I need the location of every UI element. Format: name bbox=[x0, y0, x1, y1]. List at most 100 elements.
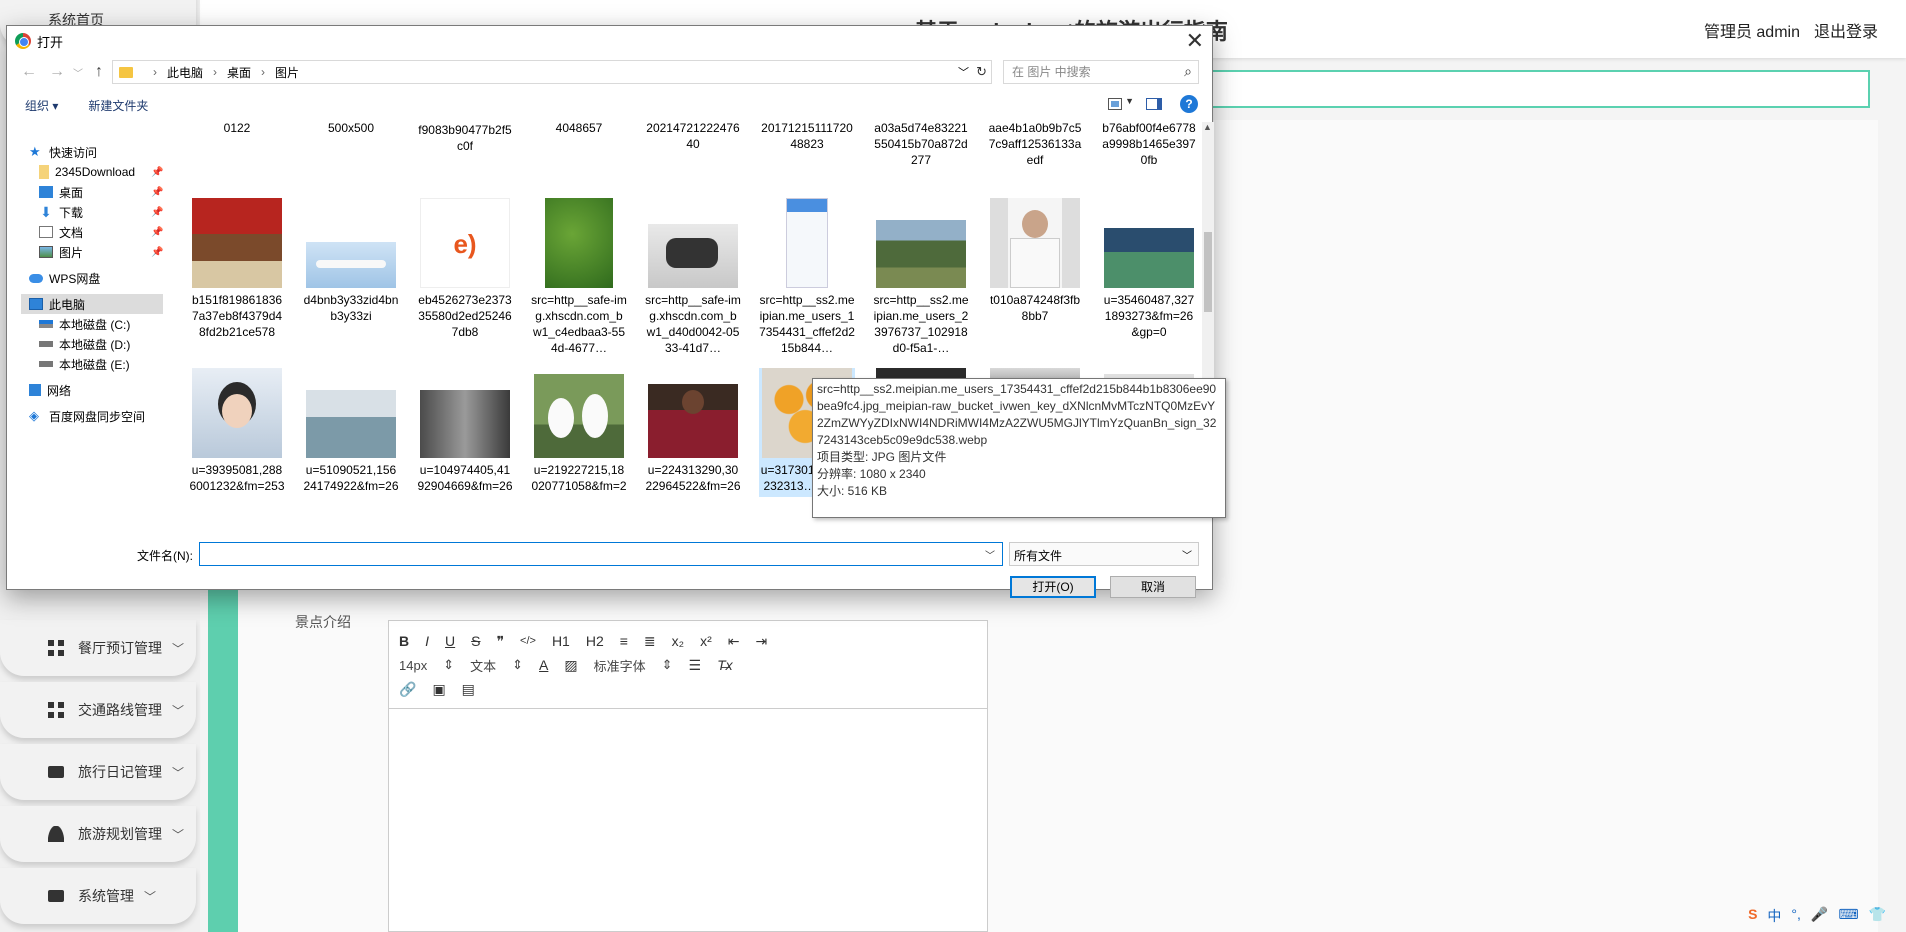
file-item[interactable]: 4048657 bbox=[531, 122, 627, 136]
preview-pane-icon[interactable] bbox=[1146, 98, 1162, 110]
logout-link[interactable]: 退出登录 bbox=[1814, 18, 1878, 42]
punctuation-icon[interactable]: °, bbox=[1791, 906, 1801, 926]
address-bar[interactable]: › 此电脑 › 桌面 › 图片 ﹀ ↻ bbox=[112, 60, 992, 84]
file-item[interactable]: a03a5d74e83221550415b70a872d277 bbox=[873, 122, 969, 174]
image-icon[interactable]: ▣ bbox=[432, 681, 445, 698]
font-size-select[interactable]: 14px bbox=[399, 658, 427, 673]
text-style-select[interactable]: 文本 bbox=[470, 656, 496, 675]
nav-item-2345download[interactable]: 2345Download 📌 bbox=[39, 162, 179, 182]
subscript-button[interactable]: x₂ bbox=[672, 633, 684, 649]
file-item[interactable]: u=51090521,15624174922&fm=26&gp=0 bbox=[303, 368, 399, 497]
open-button[interactable]: 打开(O) bbox=[1010, 576, 1096, 598]
search-input[interactable] bbox=[1012, 65, 1162, 79]
chevron-down-icon[interactable]: ﹀ bbox=[958, 64, 969, 80]
nav-item-drive-d[interactable]: 本地磁盘 (D:) bbox=[39, 334, 130, 354]
organize-button[interactable]: 组织 ▾ bbox=[25, 97, 58, 114]
file-item[interactable]: src=http__safe-img.xhscdn.com_bw1_d40d00… bbox=[645, 198, 741, 356]
file-item[interactable]: u=219227215,18020771058&fm=26&gp=0 bbox=[531, 368, 627, 497]
scrollbar-thumb[interactable] bbox=[1204, 232, 1212, 312]
refresh-icon[interactable]: ↻ bbox=[976, 64, 987, 80]
file-item[interactable]: u=35460487,3271893273&fm=26&gp=0 bbox=[1101, 198, 1197, 340]
h2-button[interactable]: H2 bbox=[586, 633, 604, 649]
forward-arrow-icon[interactable]: → bbox=[43, 63, 71, 81]
nav-item-baidu-sync[interactable]: ◈ 百度网盘同步空间 bbox=[29, 406, 145, 426]
outdent-button[interactable]: ⇤ bbox=[728, 633, 740, 650]
nav-item-network[interactable]: 网络 bbox=[29, 380, 71, 400]
link-icon[interactable]: 🔗 bbox=[399, 681, 416, 698]
filetype-select[interactable]: 所有文件 ﹀ bbox=[1009, 542, 1199, 566]
form-input-field[interactable] bbox=[1200, 70, 1870, 108]
nav-item-pictures[interactable]: 图片 📌 bbox=[39, 242, 179, 262]
sidebar-item-diary[interactable]: 旅行日记管理 ﹀ bbox=[0, 744, 196, 800]
keyboard-icon[interactable]: ⌨ bbox=[1838, 906, 1858, 926]
new-folder-button[interactable]: 新建文件夹 bbox=[88, 97, 148, 114]
nav-item-desktop[interactable]: 桌面 📌 bbox=[39, 182, 179, 202]
align-icon[interactable]: ☰ bbox=[689, 657, 702, 674]
recent-dropdown-icon[interactable]: ﹀ bbox=[71, 65, 85, 80]
file-item[interactable]: d4bnb3y33zid4bnb3y33zi bbox=[303, 198, 399, 324]
shirt-icon[interactable]: 👕 bbox=[1869, 906, 1886, 926]
h1-button[interactable]: H1 bbox=[552, 633, 570, 649]
file-item[interactable]: src=http__safe-img.xhscdn.com_bw1_c4edba… bbox=[531, 198, 627, 356]
help-icon[interactable]: ? bbox=[1180, 95, 1198, 113]
nav-item-drive-c[interactable]: 本地磁盘 (C:) bbox=[39, 314, 130, 334]
file-item[interactable]: 500x500 bbox=[303, 122, 399, 136]
sidebar-item-system[interactable]: 系统管理 ﹀ bbox=[0, 868, 196, 924]
file-item[interactable]: u=39395081,2886001232&fm=253&fmt=auto&ap… bbox=[189, 368, 285, 497]
background-color-icon[interactable]: ▨ bbox=[564, 657, 577, 674]
nav-item-wps-drive[interactable]: WPS网盘 bbox=[29, 268, 100, 288]
view-options-icon[interactable] bbox=[1108, 98, 1122, 110]
video-icon[interactable]: ▤ bbox=[462, 681, 475, 698]
sidebar-item-restaurant[interactable]: 餐厅预订管理 ﹀ bbox=[0, 620, 196, 676]
italic-button[interactable]: I bbox=[425, 633, 429, 649]
file-item[interactable]: aae4b1a0b9b7c57c9aff12536133aedf bbox=[987, 122, 1083, 174]
file-item[interactable]: 124042d23b052ef9083b90477b2f5c0f bbox=[417, 122, 513, 174]
strike-button[interactable]: S bbox=[471, 633, 480, 649]
file-item[interactable]: u=224313290,3022964522&fm=26&gp=0 bbox=[645, 368, 741, 497]
filename-input[interactable] bbox=[199, 542, 1003, 566]
nav-item-documents[interactable]: 文档 📌 bbox=[39, 222, 179, 242]
cancel-button[interactable]: 取消 bbox=[1110, 576, 1196, 598]
file-item[interactable]: 2021472122247640 bbox=[645, 122, 741, 156]
breadcrumb-desktop[interactable]: 桌面 bbox=[227, 64, 251, 81]
quote-button[interactable]: ❞ bbox=[496, 633, 504, 650]
underline-button[interactable]: U bbox=[445, 633, 455, 649]
file-item[interactable]: e) eb4526273e237335580d2ed252467db8 bbox=[417, 198, 513, 340]
file-item[interactable]: b76abf00f4e6778a9998b1465e3970fb bbox=[1101, 122, 1197, 174]
chevron-down-icon[interactable]: ﹀ bbox=[985, 547, 995, 562]
back-arrow-icon[interactable]: ← bbox=[15, 63, 43, 81]
file-item[interactable]: t010a874248f3fb8bb7 bbox=[987, 198, 1083, 324]
breadcrumb-this-pc[interactable]: 此电脑 bbox=[167, 64, 203, 81]
file-item[interactable]: b151f8198618367a37eb8f4379d48fd2b21ce578 bbox=[189, 198, 285, 340]
file-item[interactable]: 2017121511172048823 bbox=[759, 122, 855, 156]
file-item[interactable]: 0122 bbox=[189, 122, 285, 136]
ime-mode[interactable]: 中 bbox=[1767, 906, 1781, 926]
nav-item-drive-e[interactable]: 本地磁盘 (E:) bbox=[39, 354, 130, 374]
up-arrow-icon[interactable]: ↑ bbox=[85, 63, 113, 81]
clear-format-icon[interactable]: T̶x bbox=[717, 657, 733, 673]
search-icon[interactable]: ⌕ bbox=[1184, 63, 1192, 80]
ordered-list-button[interactable]: ≡ bbox=[620, 633, 628, 649]
nav-item-this-pc[interactable]: 此电脑 bbox=[21, 294, 163, 314]
rich-text-editor[interactable]: B I U S ❞ </> H1 H2 ≡ ≣ x₂ x² ⇤ ⇥ 14px ⇕… bbox=[388, 620, 988, 932]
indent-button[interactable]: ⇥ bbox=[756, 633, 768, 650]
text-color-icon[interactable]: A bbox=[539, 657, 548, 673]
superscript-button[interactable]: x² bbox=[700, 633, 712, 649]
bold-button[interactable]: B bbox=[399, 633, 409, 649]
file-item[interactable]: src=http__ss2.meipian.me_users_23976737_… bbox=[873, 198, 969, 356]
file-item[interactable]: u=104974405,4192904669&fm=26&gp=0 bbox=[417, 368, 513, 497]
close-button[interactable]: ✕ bbox=[1186, 28, 1204, 54]
search-box[interactable]: ⌕ bbox=[1003, 60, 1199, 84]
bullet-list-button[interactable]: ≣ bbox=[644, 633, 656, 650]
font-family-select[interactable]: 标准字体 bbox=[594, 656, 646, 675]
nav-item-downloads[interactable]: ⬇ 下载 📌 bbox=[39, 202, 179, 222]
scroll-up-icon[interactable]: ▲ bbox=[1203, 122, 1212, 132]
sidebar-item-traffic[interactable]: 交通路线管理 ﹀ bbox=[0, 682, 196, 738]
sidebar-item-planning[interactable]: 旅游规划管理 ﹀ bbox=[0, 806, 196, 862]
nav-item-quick-access[interactable]: ★ 快速访问 bbox=[29, 142, 97, 162]
code-button[interactable]: </> bbox=[520, 635, 536, 647]
sogou-icon[interactable]: S bbox=[1748, 906, 1757, 926]
file-item[interactable]: src=http__ss2.meipian.me_users_17354431_… bbox=[759, 198, 855, 356]
breadcrumb-pictures[interactable]: 图片 bbox=[275, 64, 299, 81]
microphone-icon[interactable]: 🎤 bbox=[1811, 906, 1828, 926]
